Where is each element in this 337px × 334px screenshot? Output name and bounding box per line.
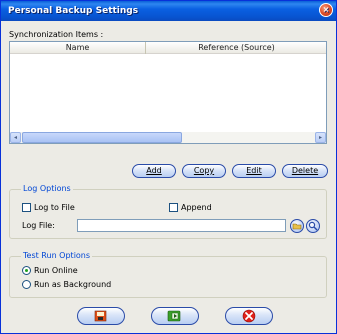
log-to-file-checkbox[interactable] — [22, 203, 31, 212]
window-title: Personal Backup Settings — [8, 6, 139, 16]
run-button[interactable] — [151, 307, 199, 325]
close-icon[interactable]: × — [319, 3, 333, 17]
folder-glyph — [292, 223, 302, 230]
log-options-title: Log Options — [21, 184, 73, 193]
cancel-button[interactable] — [225, 307, 273, 325]
delete-button[interactable]: Delete — [282, 164, 328, 178]
cancel-icon — [242, 309, 256, 323]
run-icon — [167, 310, 181, 322]
test-run-options-title: Test Run Options — [21, 251, 93, 260]
scrollbar-thumb[interactable] — [22, 132, 182, 143]
column-name-header[interactable]: Name — [10, 42, 146, 54]
title-bar: Personal Backup Settings × — [1, 1, 336, 21]
scroll-left-icon[interactable]: ◂ — [10, 132, 21, 143]
edit-button[interactable]: Edit — [232, 164, 276, 178]
append-label: Append — [181, 203, 212, 212]
log-to-file-label: Log to File — [34, 203, 75, 212]
log-file-input[interactable] — [77, 219, 286, 232]
sync-items-list[interactable]: Name Reference (Source) ◂ ▸ — [9, 41, 327, 144]
append-checkbox[interactable] — [169, 203, 178, 212]
personal-backup-settings-window: Personal Backup Settings × Synchronizati… — [0, 0, 337, 334]
run-as-background-label: Run as Background — [34, 280, 112, 289]
horizontal-scrollbar[interactable]: ◂ ▸ — [10, 132, 326, 143]
copy-button[interactable]: Copy — [182, 164, 226, 178]
run-online-label: Run Online — [34, 266, 78, 275]
add-button[interactable]: Add — [132, 164, 176, 178]
save-button[interactable] — [77, 307, 125, 325]
run-as-background-radio[interactable] — [22, 280, 31, 289]
log-file-label: Log File: — [22, 221, 55, 230]
save-icon — [94, 310, 107, 322]
list-header: Name Reference (Source) — [10, 42, 326, 54]
run-online-radio[interactable] — [22, 266, 31, 275]
browse-folder-icon[interactable] — [290, 219, 304, 233]
view-log-icon[interactable] — [306, 219, 320, 233]
magnifier-glyph — [308, 221, 318, 231]
scroll-right-icon[interactable]: ▸ — [315, 132, 326, 143]
test-run-options-group — [9, 256, 327, 298]
column-reference-header[interactable]: Reference (Source) — [147, 42, 326, 54]
radio-selected-dot — [25, 269, 28, 272]
sync-items-label: Synchronization Items : — [9, 30, 104, 39]
